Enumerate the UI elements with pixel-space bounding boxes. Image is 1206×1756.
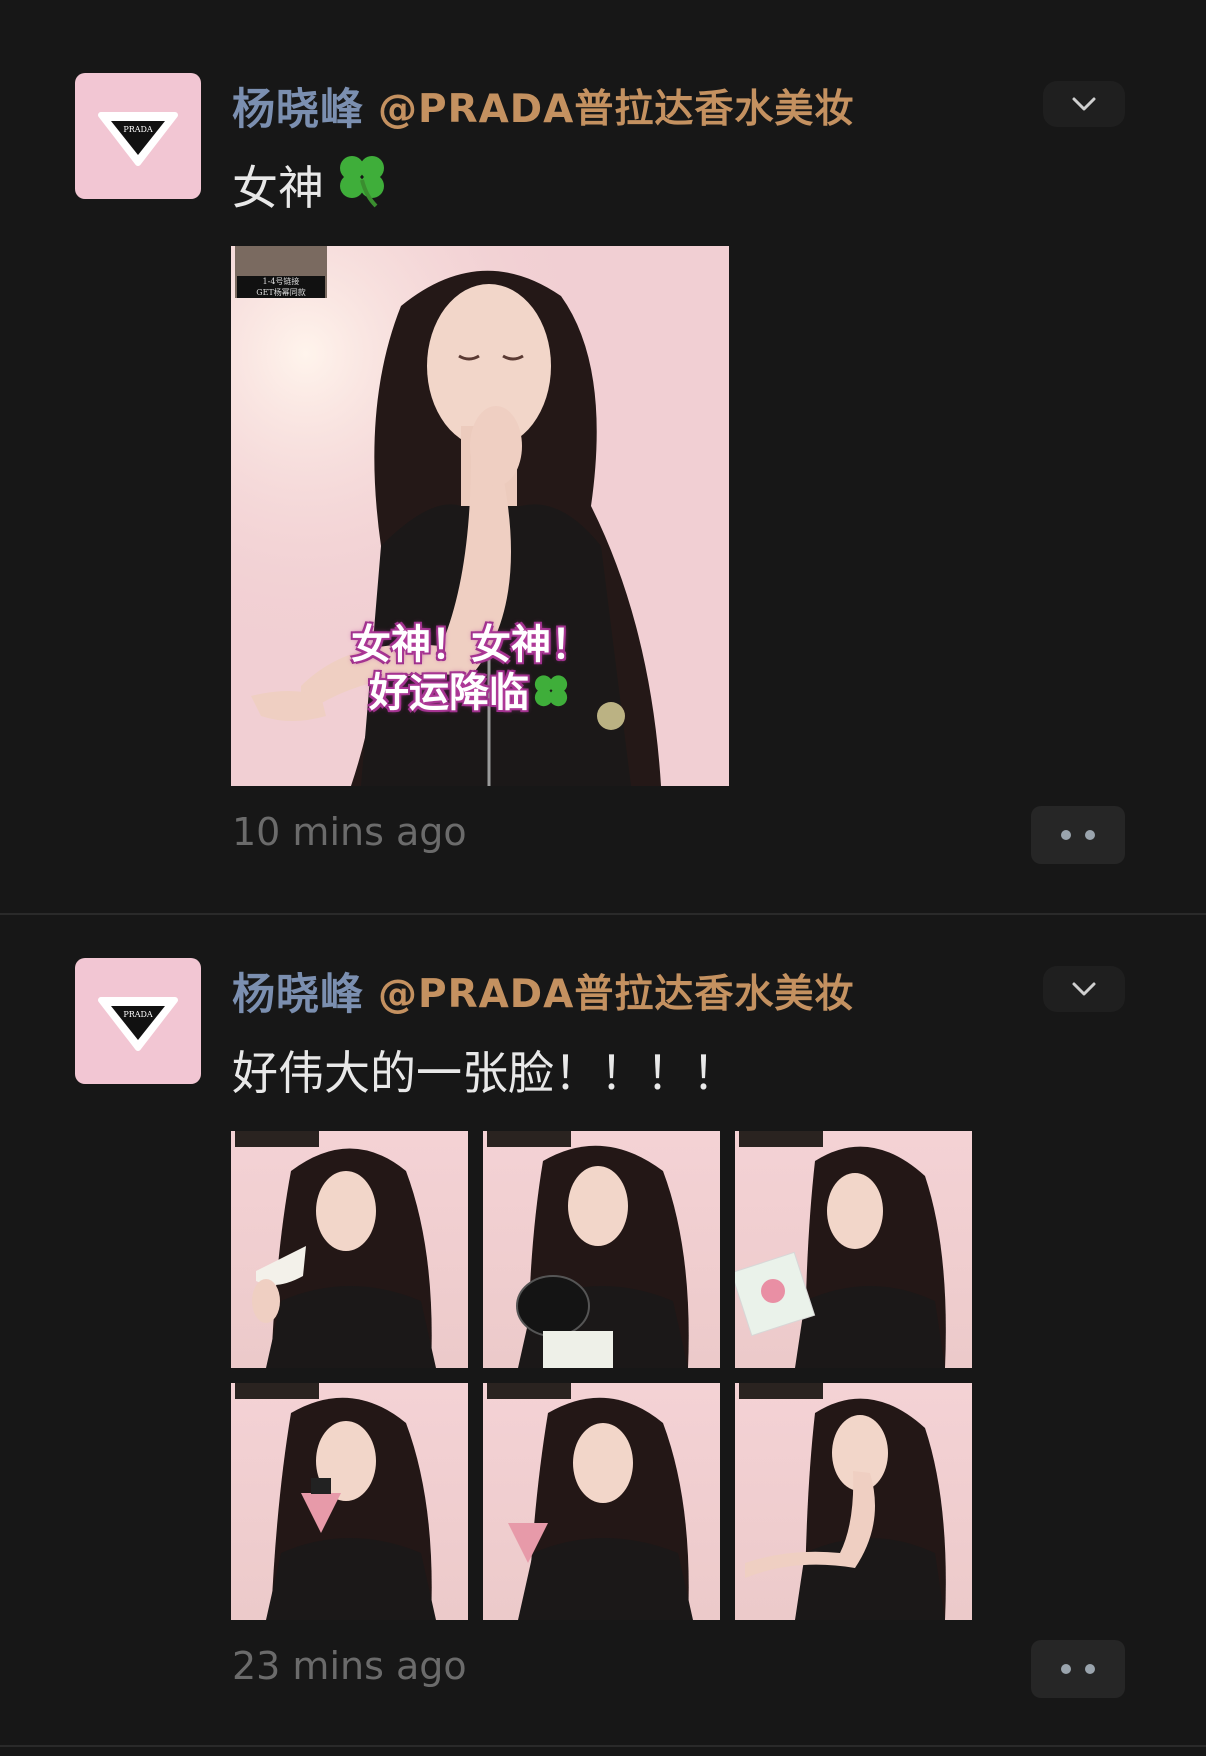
post-text-content: 女神 — [232, 161, 324, 215]
svg-text:PRADA: PRADA — [123, 125, 153, 134]
post-image[interactable]: 1-4号链接 GET杨幂同款 女神！女神！ 好运降临 — [231, 246, 729, 786]
image-caption-overlay: 女神！女神！ 好运降临 — [321, 621, 621, 717]
svg-text:PRADA: PRADA — [123, 1010, 153, 1019]
clover-icon — [534, 675, 568, 707]
woman-portrait-image — [266, 1397, 436, 1620]
avatar[interactable]: PRADA — [75, 958, 201, 1084]
more-dots-icon — [1061, 830, 1071, 840]
more-dots-icon — [1061, 1664, 1071, 1674]
chevron-down-button[interactable] — [1043, 81, 1125, 127]
clover-icon — [332, 150, 392, 221]
author-row: 杨晓峰 @PRADA普拉达香水美妆 — [232, 960, 854, 1022]
avatar[interactable]: PRADA — [75, 73, 201, 199]
author-row: 杨晓峰 @PRADA普拉达香水美妆 — [232, 75, 854, 137]
post-text: 好伟大的一张脸！！！！ — [232, 1046, 738, 1100]
post-card: PRADA 杨晓峰 @PRADA普拉达香水美妆 女神 1-4号链接 GET杨幂同… — [0, 0, 1206, 914]
author-name[interactable]: 杨晓峰 — [232, 960, 364, 1022]
overlay-line-2: 好运降临 — [369, 670, 529, 716]
author-name[interactable]: 杨晓峰 — [232, 75, 364, 137]
post-card: PRADA 杨晓峰 @PRADA普拉达香水美妆 好伟大的一张脸！！！！ 23 m… — [0, 915, 1206, 1741]
chevron-down-icon — [1072, 982, 1096, 996]
more-options-button[interactable] — [1031, 806, 1125, 864]
woman-portrait-image — [745, 1398, 946, 1620]
post-text: 女神 — [232, 154, 392, 216]
post-timestamp: 23 mins ago — [232, 1644, 467, 1688]
grid-image[interactable] — [735, 1383, 972, 1620]
grid-image[interactable] — [483, 1131, 720, 1368]
store-badge: 1-4号链接 GET杨幂同款 — [235, 246, 327, 298]
woman-portrait-image — [516, 1145, 689, 1368]
woman-portrait-image — [508, 1397, 693, 1620]
feed: PRADA 杨晓峰 @PRADA普拉达香水美妆 女神 1-4号链接 GET杨幂同… — [0, 0, 1206, 1756]
overlay-line-1: 女神！女神！ — [351, 622, 591, 668]
chevron-down-button[interactable] — [1043, 966, 1125, 1012]
divider — [0, 1745, 1206, 1747]
badge-line-1: 1-4号链接 — [262, 277, 300, 286]
prada-logo-icon: PRADA — [97, 992, 179, 1052]
post-timestamp: 10 mins ago — [232, 810, 467, 854]
grid-image[interactable] — [483, 1383, 720, 1620]
more-options-button[interactable] — [1031, 1640, 1125, 1698]
grid-image[interactable] — [735, 1131, 972, 1368]
mention-link[interactable]: @PRADA普拉达香水美妆 — [378, 78, 854, 134]
woman-portrait-image — [252, 1148, 436, 1368]
woman-portrait-image — [735, 1146, 946, 1368]
grid-image[interactable] — [231, 1131, 468, 1368]
badge-line-2: GET杨幂同款 — [256, 288, 306, 297]
prada-logo-icon: PRADA — [97, 107, 179, 167]
chevron-down-icon — [1072, 97, 1096, 111]
grid-image[interactable] — [231, 1383, 468, 1620]
mention-link[interactable]: @PRADA普拉达香水美妆 — [378, 963, 854, 1019]
